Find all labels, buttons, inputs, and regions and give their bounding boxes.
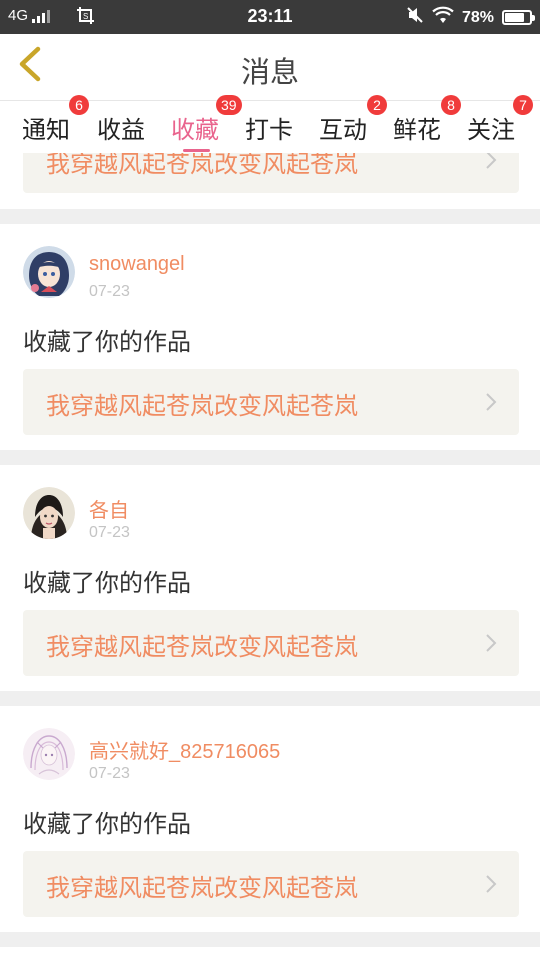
- action-text: 收藏了你的作品: [23, 810, 191, 838]
- chevron-right-icon: [485, 153, 497, 174]
- list-item: 高兴就好_825716065 07-23 收藏了你的作品 我穿越风起苍岚改变风起…: [0, 706, 540, 932]
- tab-label: 鲜花: [393, 116, 441, 144]
- timestamp: 07-23: [89, 524, 130, 541]
- list-item: snowangel 07-23 收藏了你的作品 我穿越风起苍岚改变风起苍岚: [0, 224, 540, 450]
- work-link[interactable]: 我穿越风起苍岚改变风起苍岚: [23, 369, 519, 435]
- tab-checkin[interactable]: 打卡: [245, 110, 293, 145]
- action-text: 收藏了你的作品: [23, 328, 191, 356]
- status-bar: 4G S 23:11 78%: [0, 0, 540, 34]
- username[interactable]: snowangel: [89, 253, 185, 276]
- tab-favorites[interactable]: 收藏: [171, 110, 219, 145]
- work-title: 我穿越风起苍岚改变风起苍岚: [46, 874, 358, 902]
- wifi-icon: [432, 6, 454, 29]
- flowers-badge: 8: [441, 95, 461, 115]
- list-item: [0, 947, 540, 960]
- avatar[interactable]: [23, 728, 75, 780]
- tab-notifications[interactable]: 通知: [22, 110, 70, 145]
- chevron-right-icon: [485, 392, 497, 416]
- work-link[interactable]: 我穿越风起苍岚改变风起苍岚: [23, 610, 519, 676]
- work-link[interactable]: 我穿越风起苍岚改变风起苍岚: [23, 851, 519, 917]
- username[interactable]: 各自: [89, 494, 129, 523]
- tab-following[interactable]: 关注: [467, 110, 515, 145]
- tab-earnings[interactable]: 收益: [97, 110, 145, 145]
- battery-icon: [502, 10, 535, 25]
- timestamp: 07-23: [89, 283, 130, 300]
- title-bar: 消息: [0, 34, 540, 100]
- tab-flowers[interactable]: 鲜花: [393, 110, 441, 145]
- chevron-right-icon: [485, 633, 497, 657]
- avatar[interactable]: [23, 487, 75, 539]
- action-text: 收藏了你的作品: [23, 569, 191, 597]
- tab-label: 关注: [467, 116, 515, 144]
- list-item: 我穿越风起苍岚改变风起苍岚: [0, 153, 540, 209]
- tab-label: 收藏: [171, 116, 219, 144]
- list-item: 各自 07-23 收藏了你的作品 我穿越风起苍岚改变风起苍岚: [0, 465, 540, 691]
- chevron-right-icon: [485, 874, 497, 898]
- battery-percent: 78%: [461, 8, 494, 26]
- tab-label: 互动: [319, 116, 367, 144]
- page-title: 消息: [240, 55, 299, 89]
- favorites-feed[interactable]: 我穿越风起苍岚改变风起苍岚 snowangel 07-23 收藏了你的作品 我穿…: [0, 153, 540, 960]
- work-title: 我穿越风起苍岚改变风起苍岚: [46, 392, 358, 420]
- work-title: 我穿越风起苍岚改变风起苍岚: [46, 633, 358, 661]
- favorites-badge: 39: [216, 95, 242, 115]
- tab-label: 打卡: [245, 116, 293, 144]
- username[interactable]: 高兴就好_825716065: [89, 735, 280, 764]
- mute-icon: [406, 6, 424, 29]
- work-link[interactable]: 我穿越风起苍岚改变风起苍岚: [23, 153, 519, 193]
- notifications-badge: 6: [69, 95, 89, 115]
- tab-bar: 通知 6 收益 收藏 39 打卡 互动 2 鲜花 8 关注 7: [0, 95, 540, 153]
- timestamp: 07-23: [89, 765, 130, 782]
- avatar[interactable]: [23, 246, 75, 298]
- work-title: 我穿越风起苍岚改变风起苍岚: [46, 153, 358, 178]
- interactions-badge: 2: [367, 95, 387, 115]
- tab-label: 通知: [22, 116, 70, 144]
- tab-label: 收益: [97, 116, 145, 144]
- tab-interactions[interactable]: 互动: [319, 110, 367, 145]
- following-badge: 7: [513, 95, 533, 115]
- status-right: 78%: [406, 6, 535, 29]
- active-tab-indicator: [183, 149, 210, 152]
